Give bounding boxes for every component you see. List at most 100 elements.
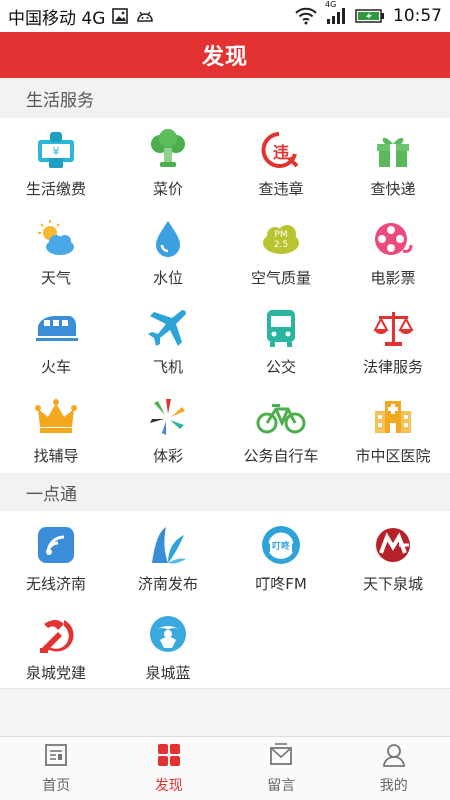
grid-item-label: 飞机 (152, 358, 183, 376)
grid-item-label: 菜价 (152, 180, 183, 198)
grid-item-label: 电影票 (370, 269, 416, 287)
grid-item-tutoring[interactable]: 找辅导 (0, 395, 112, 466)
tab-profile[interactable]: 我的 (338, 737, 450, 800)
grid-item-label: 叮咚FM (255, 575, 307, 593)
signal-icon: 4G (325, 0, 347, 25)
grid-item-label: 公交 (265, 358, 296, 376)
grid-item-label: 法律服务 (362, 358, 423, 376)
grid-item-party-building[interactable]: 泉城党建 (0, 612, 112, 683)
pm-label: PM (274, 230, 288, 240)
grid-item-label: 查快递 (370, 180, 416, 198)
grid-item-jinan-release[interactable]: 济南发布 (112, 523, 224, 594)
discover-grid-icon (156, 742, 182, 772)
hospital-icon (371, 395, 415, 439)
tab-home[interactable]: 首页 (0, 737, 113, 800)
grid-item-lottery[interactable]: 体彩 (112, 395, 224, 466)
section-title: 一点通 (26, 484, 77, 505)
grid-item-label: 生活缴费 (25, 180, 86, 198)
bus-icon (259, 306, 303, 350)
grid-item-quancheng-blue[interactable]: 泉城蓝 (112, 612, 224, 683)
message-icon (268, 742, 294, 772)
grid-item-label: 无线济南 (25, 575, 86, 593)
dingdong-fm-icon: 叮咚 (259, 523, 303, 567)
grid-item-label: 泉城党建 (25, 664, 86, 682)
grid-item-label: 水位 (152, 269, 183, 287)
grid-item-label: 体彩 (152, 447, 183, 465)
grid-item-dingdong-fm[interactable]: 叮咚 叮咚FM (225, 523, 337, 594)
image-icon (111, 7, 129, 25)
grid-item-label: 市中区医院 (355, 447, 431, 465)
grid-item-airplane[interactable]: 飞机 (112, 306, 224, 377)
one-stop-grid: 无线济南 济南发布 叮咚 叮咚FM 天下泉城 泉城党建 泉城蓝 (0, 511, 450, 688)
tab-label: 发现 (154, 778, 183, 794)
train-icon (34, 306, 78, 350)
grid-item-label: 空气质量 (250, 269, 311, 287)
grid-item-traffic-violation[interactable]: 违 查违章 (225, 128, 337, 199)
section-title: 生活服务 (26, 90, 94, 111)
profile-icon (381, 742, 407, 772)
tab-label: 我的 (379, 778, 408, 794)
dingdong-badge: 叮咚 (271, 542, 290, 552)
grid-item-label: 泉城蓝 (145, 664, 191, 682)
party-emblem-icon (34, 612, 78, 656)
grid-item-public-bicycle[interactable]: 公务自行车 (225, 395, 337, 466)
grid-item-label: 找辅导 (33, 447, 79, 465)
grid-item-label: 天气 (40, 269, 71, 287)
tab-label: 留言 (267, 778, 296, 794)
battery-icon (355, 8, 385, 24)
svg-text:¥: ¥ (53, 145, 60, 158)
grid-item-label: 火车 (40, 358, 71, 376)
grid-item-tianxia-quancheng[interactable]: 天下泉城 (337, 523, 449, 594)
grid-item-label: 公务自行车 (243, 447, 319, 465)
grid-item-water-level[interactable]: 水位 (112, 217, 224, 288)
bicycle-icon (256, 395, 306, 439)
grid-item-movie-ticket[interactable]: 电影票 (337, 217, 449, 288)
clock-label: 10:57 (393, 6, 442, 26)
water-drop-icon (146, 217, 190, 261)
section-header-one-stop: 一点通 (0, 473, 450, 511)
gift-package-icon (371, 128, 415, 172)
tab-message[interactable]: 留言 (225, 737, 338, 800)
tab-discover[interactable]: 发现 (113, 737, 226, 800)
grid-item-hospital[interactable]: 市中区医院 (337, 395, 449, 466)
bottom-tab-bar: 首页 发现 留言 我的 (0, 736, 450, 800)
tab-label: 首页 (42, 778, 71, 794)
grid-item-air-quality[interactable]: PM 2.5 空气质量 (225, 217, 337, 288)
crown-icon (34, 395, 78, 439)
grid-item-wireless-jinan[interactable]: 无线济南 (0, 523, 112, 594)
wifi-icon (295, 7, 317, 25)
payment-icon: ¥ (34, 128, 78, 172)
life-services-grid: ¥ 生活缴费 菜价 违 查违章 查快递 天气 水位 PM 2.5 空气质量 电影… (0, 118, 450, 472)
grid-item-label: 济南发布 (137, 575, 198, 593)
weather-icon (34, 217, 78, 261)
vegetable-icon (146, 128, 190, 172)
section-header-life-services: 生活服务 (0, 78, 450, 118)
network-label: 4G (325, 0, 337, 9)
quancheng-blue-icon (146, 612, 190, 656)
tianxia-quancheng-icon (371, 523, 415, 567)
top-header: 发现 (0, 32, 450, 78)
empty-area (0, 689, 450, 736)
grid-item-legal-service[interactable]: 法律服务 (337, 306, 449, 377)
traffic-violation-icon: 违 (259, 128, 303, 172)
android-icon (135, 8, 155, 24)
svg-text:违: 违 (273, 143, 289, 162)
grid-item-weather[interactable]: 天气 (0, 217, 112, 288)
film-reel-icon (371, 217, 415, 261)
grid-item-label: 天下泉城 (362, 575, 423, 593)
grid-item-bus[interactable]: 公交 (225, 306, 337, 377)
air-quality-icon: PM 2.5 (259, 217, 303, 261)
pm-value: 2.5 (273, 240, 289, 250)
status-bar: 中国移动 4G 4G 10:57 (0, 0, 450, 32)
home-news-icon (43, 742, 69, 772)
grid-item-express[interactable]: 查快递 (337, 128, 449, 199)
carrier-label: 中国移动 4G (8, 8, 106, 29)
grid-item-payment[interactable]: ¥ 生活缴费 (0, 128, 112, 199)
grid-item-train[interactable]: 火车 (0, 306, 112, 377)
wireless-jinan-icon (34, 523, 78, 567)
page-title: 发现 (201, 45, 248, 70)
jinan-release-icon (146, 523, 190, 567)
airplane-icon (146, 306, 190, 350)
grid-item-vegetable-price[interactable]: 菜价 (112, 128, 224, 199)
lottery-icon (146, 395, 190, 439)
